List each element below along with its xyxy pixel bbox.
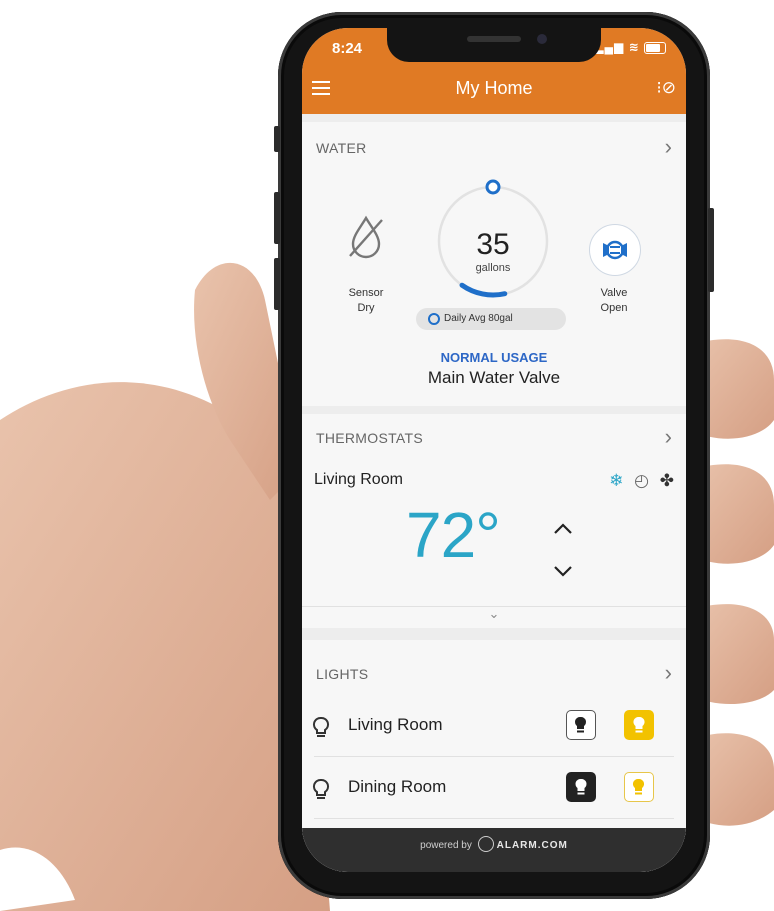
bulb-outline-icon: [312, 779, 330, 799]
light-row-divider: [314, 756, 674, 757]
device-name[interactable]: Main Water Valve: [302, 368, 686, 388]
notch: [387, 28, 601, 62]
thermostat-mode-icons: ❄ ◴ ✤: [609, 471, 674, 491]
wifi-icon: ≋: [628, 40, 640, 54]
status-time: 8:24: [332, 40, 363, 57]
valve-icon: [603, 240, 627, 260]
checklist-icon[interactable]: ⁝⊘: [656, 78, 676, 98]
phone-screen: 8:24 ▂▄▆ ≋ My Home ⁝⊘ WATER › Sensor Dry…: [302, 28, 686, 872]
thermostat-temperature: 72°: [406, 499, 501, 571]
light-row: Living Room: [302, 696, 686, 756]
bulb-lit-icon: [632, 778, 645, 795]
light-on-button[interactable]: [624, 772, 654, 802]
front-camera: [537, 34, 547, 44]
temp-up-arrow-icon[interactable]: [552, 518, 574, 540]
valve-button[interactable]: [589, 224, 641, 276]
battery-icon: [644, 41, 666, 54]
water-usage-unit: gallons: [475, 262, 511, 274]
brand-text: ALARM.COM: [496, 840, 568, 851]
usage-status: NORMAL USAGE: [440, 350, 548, 365]
snowflake-icon[interactable]: ❄: [609, 471, 623, 490]
daily-avg-text: Daily Avg 80gal: [444, 313, 513, 324]
volume-up-button: [274, 192, 280, 244]
lights-section-title: LIGHTS: [316, 666, 369, 682]
lights-chevron-right-icon[interactable]: ›: [665, 660, 672, 686]
bulb-lit-icon: [633, 716, 645, 733]
alarm-com-logo-icon: [477, 836, 494, 853]
valve-label: Valve Open: [600, 287, 628, 314]
expand-chevron-down-icon[interactable]: ⌄: [302, 606, 686, 622]
light-row-divider: [314, 818, 674, 819]
daily-avg-marker-icon: [428, 313, 440, 325]
water-usage-value: 35: [476, 228, 510, 261]
light-off-button[interactable]: [566, 772, 596, 802]
water-section-title: WATER: [316, 140, 367, 156]
power-button: [708, 208, 714, 292]
water-card: WATER › Sensor Dry 35 gallons Valve Open…: [302, 122, 686, 406]
volume-down-button: [274, 258, 280, 310]
water-drop-slash-icon: [349, 215, 383, 259]
light-on-button[interactable]: [624, 710, 654, 740]
bulb-dark-icon: [575, 778, 587, 795]
powered-by-footer: powered by ALARM.COM: [302, 828, 686, 872]
mute-switch: [274, 126, 280, 152]
thermostats-chevron-right-icon[interactable]: ›: [665, 424, 672, 450]
bulb-dark-icon: [574, 716, 587, 733]
water-chevron-right-icon[interactable]: ›: [665, 134, 672, 160]
temp-down-arrow-icon[interactable]: [552, 560, 574, 582]
bulb-outline-icon: [312, 717, 330, 737]
powered-by-text: powered by: [420, 840, 472, 851]
light-off-button[interactable]: [566, 710, 596, 740]
light-row: Dining Room: [302, 758, 686, 818]
daily-average-pill: Daily Avg 80gal: [416, 308, 566, 330]
thermostat-room-name[interactable]: Living Room: [314, 471, 403, 489]
speaker: [467, 36, 521, 42]
light-name[interactable]: Dining Room: [348, 777, 446, 797]
status-icons: ▂▄▆ ≋: [594, 40, 666, 54]
fan-icon[interactable]: ✤: [660, 471, 674, 490]
schedule-icon[interactable]: ◴: [634, 471, 649, 490]
thermostats-section-title: THERMOSTATS: [316, 430, 424, 446]
light-name[interactable]: Living Room: [348, 715, 443, 735]
page-title: My Home: [455, 78, 533, 98]
sensor-label: Sensor Dry: [348, 287, 384, 314]
